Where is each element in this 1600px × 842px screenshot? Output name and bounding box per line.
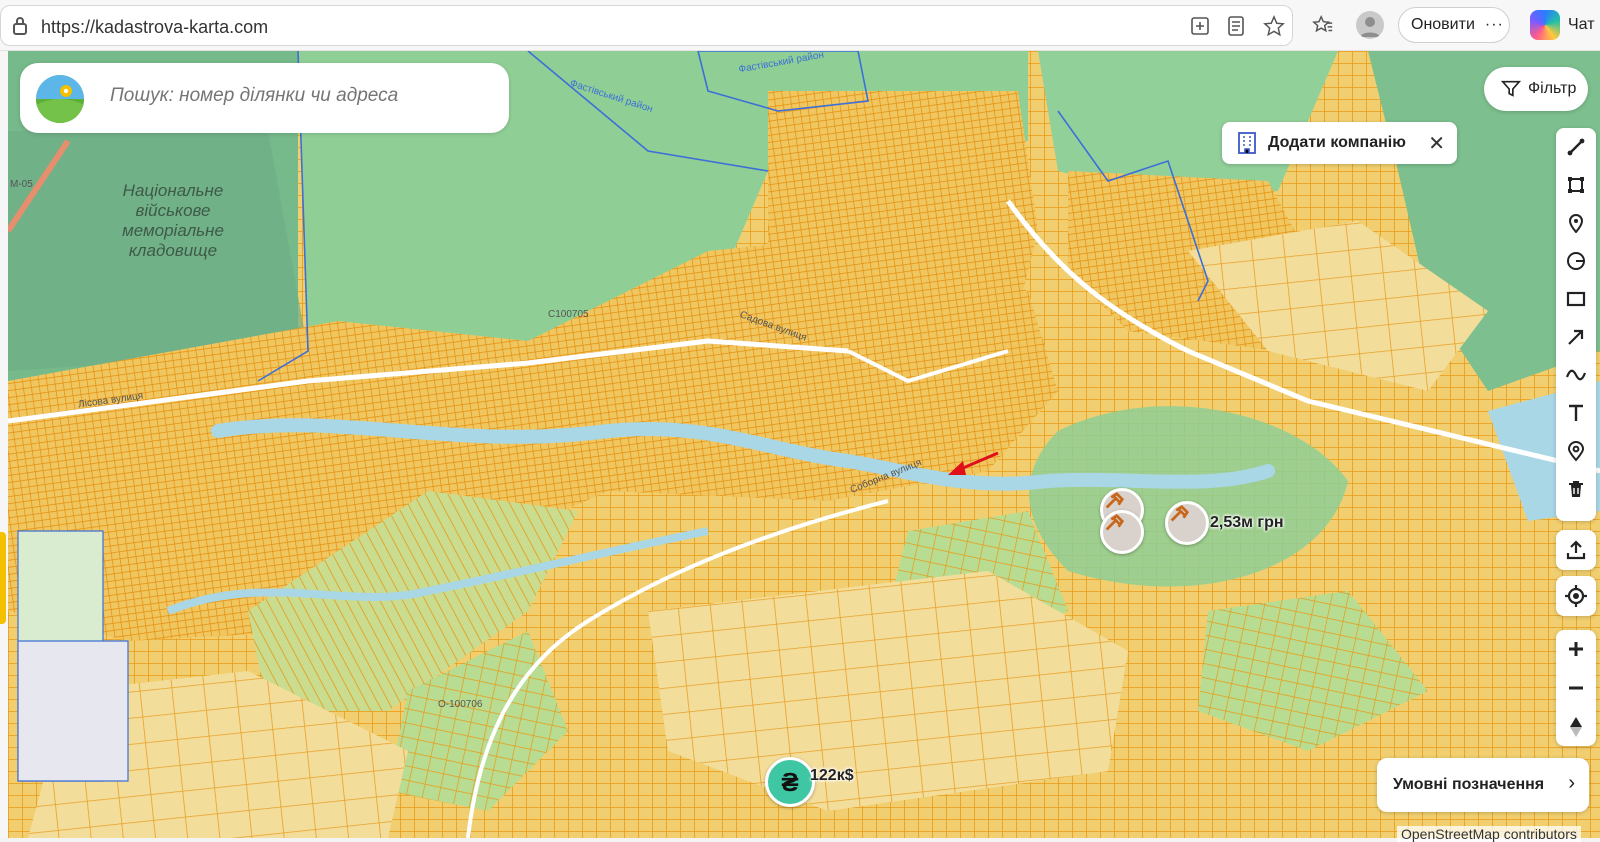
location-pin-icon — [1567, 441, 1585, 462]
cadastral-map[interactable]: Національне військове меморіальне кладов… — [8, 51, 1600, 838]
delete-tool[interactable] — [1556, 470, 1596, 508]
draw-polygon-tool[interactable] — [1556, 166, 1596, 204]
arrow-icon — [1568, 329, 1584, 345]
auction-price-label[interactable]: 2,53м грн — [1210, 514, 1284, 532]
zoom-out-button[interactable] — [1556, 669, 1596, 707]
draw-text-tool[interactable] — [1556, 394, 1596, 432]
draw-arrow-tool[interactable] — [1556, 318, 1596, 356]
address-bar[interactable]: https://kadastrova-karta.com — [0, 5, 1293, 46]
crosshair-icon — [1565, 585, 1587, 607]
draw-circle-tool[interactable] — [1556, 242, 1596, 280]
chat-label: Чат — [1568, 16, 1595, 33]
copilot-chat-button[interactable]: Чат — [1530, 8, 1595, 42]
search-box[interactable] — [20, 63, 509, 133]
add-company-banner[interactable]: Додати компанію ✕ — [1222, 122, 1457, 164]
browser-toolbar: https://kadastrova-karta.com Оновити ···… — [0, 0, 1600, 51]
o100706-label: О-100706 — [438, 699, 483, 710]
sale-price-label[interactable]: 122к$ — [810, 767, 854, 785]
filter-label: Фільтр — [1528, 80, 1577, 97]
side-panel-tab[interactable] — [0, 532, 6, 624]
trash-icon — [1569, 481, 1583, 497]
gavel-icon — [1105, 513, 1125, 531]
update-label: Оновити — [1411, 16, 1475, 33]
draw-freehand-tool[interactable] — [1556, 356, 1596, 394]
my-location-button[interactable] — [1556, 576, 1596, 616]
c100705-label: С100705 — [548, 309, 589, 320]
search-input[interactable] — [110, 85, 490, 107]
legend-button[interactable]: Умовні позначення › — [1377, 758, 1589, 812]
minus-icon — [1569, 686, 1583, 690]
map-attribution[interactable]: OpenStreetMap contributors — [1397, 826, 1581, 842]
left-edge — [0, 51, 8, 838]
legend-label: Умовні позначення — [1393, 776, 1545, 793]
m05-label: М-05 — [10, 179, 33, 190]
zoom-controls — [1556, 630, 1596, 746]
reader-mode-icon[interactable] — [1225, 15, 1247, 37]
draw-rectangle-tool[interactable] — [1556, 280, 1596, 318]
lock-icon[interactable] — [9, 15, 31, 37]
gavel-icon — [1170, 504, 1190, 522]
compass-button[interactable] — [1556, 708, 1596, 746]
map-canvas[interactable] — [8, 51, 1600, 838]
chevron-right-icon: › — [1568, 772, 1575, 794]
cemetery-label: Національне військове меморіальне кладов… — [122, 181, 224, 260]
residential-north — [768, 91, 1038, 371]
update-button[interactable]: Оновити ··· — [1398, 7, 1510, 43]
freehand-icon — [1565, 369, 1587, 381]
auction-marker-priced[interactable] — [1165, 501, 1209, 545]
profile-avatar[interactable] — [1356, 11, 1384, 39]
zoom-in-button[interactable] — [1556, 630, 1596, 668]
draw-toolbar — [1556, 128, 1596, 521]
add-tab-icon[interactable] — [1189, 15, 1211, 37]
draw-marker-tool[interactable] — [1556, 204, 1596, 242]
text-icon — [1569, 404, 1583, 421]
url-text[interactable]: https://kadastrova-karta.com — [41, 17, 268, 38]
rectangle-icon — [1566, 291, 1586, 307]
copilot-icon — [1530, 10, 1560, 40]
share-button[interactable] — [1556, 530, 1596, 570]
favorites-icon[interactable] — [1312, 14, 1334, 36]
upload-icon — [1566, 540, 1586, 560]
more-icon[interactable]: ··· — [1485, 16, 1504, 34]
add-company-label: Додати компанію — [1268, 134, 1406, 151]
industrial-parcel — [17, 640, 129, 782]
plus-icon — [1569, 642, 1583, 656]
location-pin-tool[interactable] — [1556, 432, 1596, 470]
circle-icon — [1567, 252, 1585, 270]
favorite-star-icon[interactable] — [1263, 15, 1285, 37]
filter-icon — [1500, 80, 1522, 97]
hryvnia-icon: ₴ — [781, 766, 799, 797]
draw-line-tool[interactable] — [1556, 128, 1596, 166]
line-icon — [1567, 138, 1585, 156]
close-icon[interactable]: ✕ — [1428, 131, 1445, 156]
polygon-icon — [1568, 177, 1584, 193]
filter-button[interactable]: Фільтр — [1484, 67, 1588, 111]
building-icon — [1238, 132, 1256, 154]
auction-marker-2[interactable] — [1100, 510, 1144, 554]
app-logo-icon[interactable] — [36, 75, 84, 123]
compass-icon — [1570, 717, 1582, 737]
sale-marker[interactable]: ₴ — [765, 757, 815, 807]
map-pin-icon — [1568, 214, 1584, 233]
